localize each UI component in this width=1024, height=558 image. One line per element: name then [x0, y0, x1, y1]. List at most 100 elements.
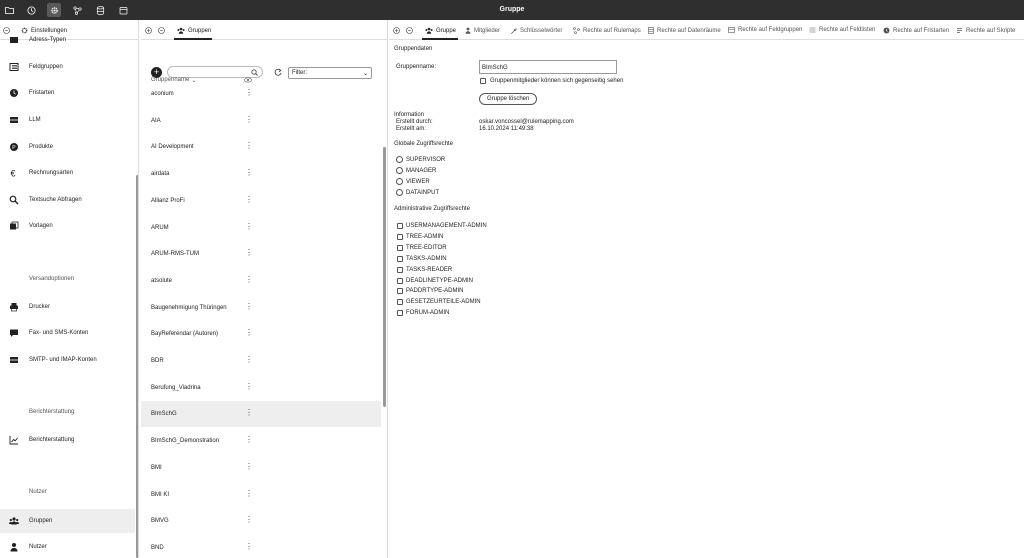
sidebar-item-textsuche[interactable]: Textsuche Abfragen [0, 190, 135, 210]
tab-rechte-fristarten[interactable]: Rechte auf Fristarten [883, 27, 949, 34]
script-icon [956, 27, 963, 34]
groups-panel: Gruppen + Filter: ⌄ Gruppenname ⌄ aconiu… [141, 20, 388, 558]
global-right-label: VIEWER [406, 179, 430, 185]
table-row[interactable]: BMI KI ⋮ [141, 482, 381, 508]
global-right-radio[interactable] [396, 189, 403, 196]
more-options-icon[interactable]: ⋮ [245, 249, 253, 257]
global-right-radio[interactable] [396, 178, 403, 185]
tab-rechte-feldgruppen[interactable]: Rechte auf Feldgruppen [728, 27, 802, 33]
admin-right-checkbox[interactable] [397, 310, 403, 317]
more-options-icon[interactable]: ⋮ [245, 195, 253, 204]
folder-icon[interactable] [2, 3, 16, 17]
table-row[interactable]: Allianz ProFi ⋮ [141, 188, 381, 214]
table-row[interactable]: BDR ⋮ [141, 348, 381, 374]
sidebar-item-fristarten[interactable]: Fristarten [0, 83, 135, 103]
table-row[interactable]: BayReferendar (Autoren) ⋮ [141, 321, 381, 347]
templates-icon [9, 221, 19, 231]
admin-right-checkbox[interactable] [397, 299, 403, 306]
more-options-icon[interactable]: ⋮ [245, 356, 253, 364]
more-options-icon[interactable]: ⋮ [245, 542, 253, 551]
tab-schluesselwoerter[interactable]: Schlüsselwörter [510, 27, 562, 34]
more-options-icon[interactable]: ⋮ [245, 142, 253, 150]
table-row[interactable]: ARUM-RMS-TUM ⋮ [141, 241, 381, 267]
expand-icon[interactable] [145, 27, 152, 34]
graph-icon[interactable] [70, 3, 84, 17]
sidebar-item-fax-sms[interactable]: Fax- und SMS-Konten [0, 323, 135, 343]
more-options-icon[interactable]: ⋮ [245, 115, 253, 124]
table-row[interactable]: BImSchG ⋮ [141, 401, 381, 428]
delete-group-button[interactable]: Gruppe löschen [479, 93, 538, 105]
more-options-icon[interactable]: ⋮ [245, 275, 253, 284]
expand-icon[interactable] [393, 27, 400, 34]
more-options-icon[interactable]: ⋮ [245, 302, 253, 311]
table-row[interactable]: AIA ⋮ [141, 108, 381, 134]
admin-right-checkbox[interactable] [397, 277, 403, 284]
global-right-label: MANAGER [406, 168, 437, 174]
table-row[interactable]: ARUM ⋮ [141, 215, 381, 241]
filter-select[interactable]: Filter: ⌄ [288, 67, 372, 79]
admin-right-checkbox[interactable] [397, 255, 403, 262]
more-options-icon[interactable]: ⋮ [245, 489, 253, 498]
table-row[interactable]: Baugenehmigung Thüringen ⋮ [141, 295, 381, 321]
refresh-icon[interactable] [274, 68, 282, 76]
admin-right-checkbox[interactable] [397, 266, 403, 273]
sidebar-item-llm[interactable]: LLM [0, 110, 135, 130]
groups-scrollbar[interactable] [383, 147, 386, 407]
sidebar-item-vorlagen[interactable]: Vorlagen [0, 216, 135, 236]
table-row[interactable]: airdata ⋮ [141, 161, 381, 187]
fieldgroups-icon [728, 27, 735, 33]
sidebar-item-gruppen[interactable]: Gruppen [0, 509, 135, 533]
section-versandoptionen: Versandoptionen [29, 276, 75, 282]
admin-right-checkbox[interactable] [397, 244, 403, 251]
table-row[interactable]: aconium ⋮ [141, 81, 381, 107]
table-row[interactable]: Berufung_Viadrina ⋮ [141, 375, 381, 401]
collapse-icon[interactable] [406, 27, 413, 34]
more-options-icon[interactable]: ⋮ [245, 222, 253, 231]
group-name: BMI [151, 464, 162, 471]
tab-mitglieder[interactable]: Mitglieder [465, 27, 500, 34]
table-row[interactable]: BND ⋮ [141, 535, 381, 558]
table-row[interactable]: BMVG ⋮ [141, 508, 381, 534]
sidebar-item-produkte[interactable]: P Produkte [0, 137, 135, 157]
more-options-icon[interactable]: ⋮ [245, 169, 253, 177]
more-options-icon[interactable]: ⋮ [245, 329, 253, 337]
sidebar-item-adress-typen[interactable]: Adress-Typen [0, 30, 135, 50]
global-right-radio[interactable] [396, 167, 403, 174]
sidebar-item-rechnungsarten[interactable]: € Rechnungsarten [0, 163, 135, 183]
sidebar-item-berichterstattung[interactable]: Berichterstattung [0, 430, 135, 450]
admin-right-label: PADDRTYPE-ADMIN [406, 288, 464, 295]
table-row[interactable]: AI Development ⋮ [141, 134, 381, 160]
global-right-radio[interactable] [396, 156, 403, 163]
tab-gruppe[interactable]: Gruppe [425, 27, 456, 34]
admin-right-checkbox[interactable] [397, 223, 403, 229]
sidebar-item-drucker[interactable]: Drucker [0, 297, 135, 317]
more-options-icon[interactable]: ⋮ [245, 516, 253, 524]
tab-rechte-datenraeume[interactable]: Rechte auf Datenräume [648, 27, 721, 34]
collapse-icon[interactable] [158, 27, 165, 34]
table-row[interactable]: BMI ⋮ [141, 455, 381, 481]
sidebar-item-feldgruppen[interactable]: Feldgruppen [0, 57, 135, 77]
sidebar-item-nutzer[interactable]: Nutzer [0, 537, 135, 557]
sidebar-scrollbar[interactable] [136, 175, 138, 558]
fieldgroups-icon [9, 62, 19, 72]
tab-rechte-rulemaps[interactable]: Rechte auf Rulemaps [573, 27, 641, 34]
history-icon[interactable] [24, 3, 38, 17]
tab-rechte-skripte[interactable]: Rechte auf Skripte [956, 27, 1015, 34]
more-options-icon[interactable]: ⋮ [245, 409, 253, 417]
admin-right-checkbox[interactable] [397, 233, 403, 240]
admin-right-checkbox[interactable] [397, 288, 403, 295]
table-row[interactable]: atsolute ⋮ [141, 268, 381, 294]
archive-icon[interactable] [116, 3, 130, 17]
more-options-icon[interactable]: ⋮ [245, 89, 253, 97]
sidebar-item-smtp-imap[interactable]: SMTP- und IMAP-Konten [0, 350, 135, 370]
groupname-input[interactable]: BImSchG [479, 60, 617, 74]
more-options-icon[interactable]: ⋮ [245, 462, 253, 471]
more-options-icon[interactable]: ⋮ [245, 382, 253, 391]
database-icon[interactable] [93, 3, 107, 17]
members-visible-checkbox[interactable] [480, 78, 486, 84]
tab-rechte-feldlisten[interactable]: Rechte auf Feldlisten [809, 27, 875, 33]
gear-icon[interactable] [47, 3, 61, 17]
table-row[interactable]: BImSchG_Demonstration ⋮ [141, 428, 381, 454]
more-options-icon[interactable]: ⋮ [245, 436, 253, 444]
tab-gruppen[interactable]: Gruppen [177, 27, 211, 34]
